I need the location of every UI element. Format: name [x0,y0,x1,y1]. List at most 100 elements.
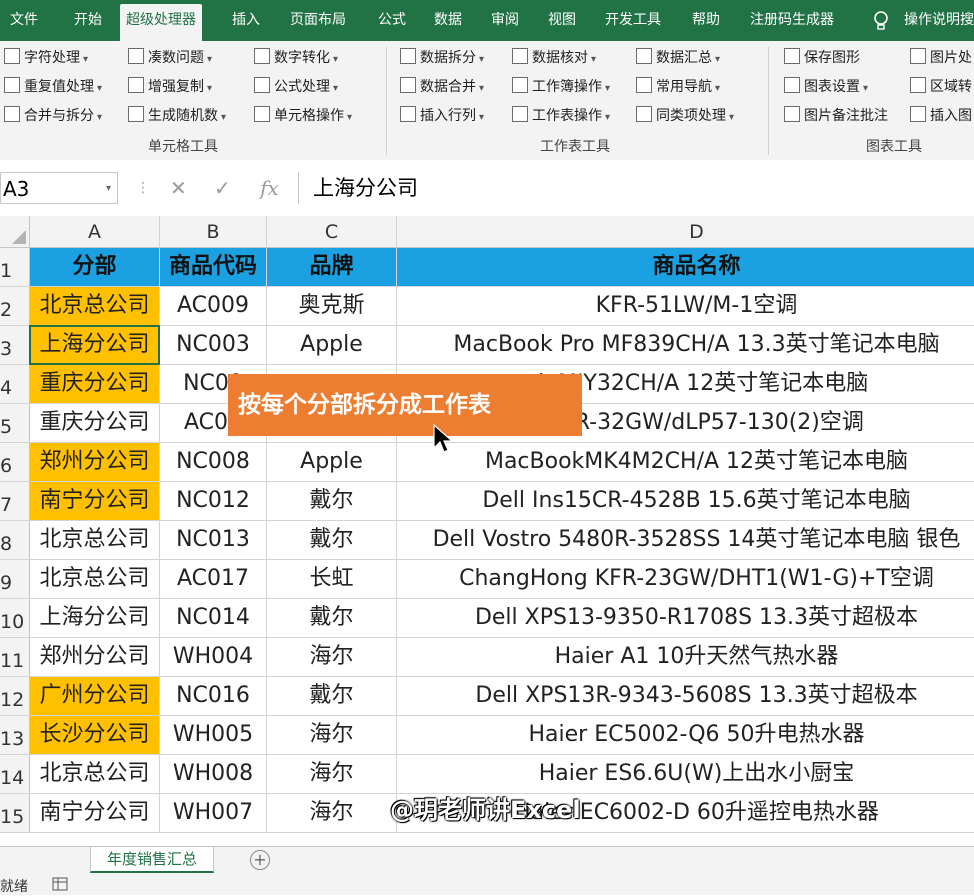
row-header[interactable]: 13 [0,716,30,755]
enter-icon[interactable]: ✓ [214,176,231,200]
table-cell-dept[interactable]: 南宁分公司 [30,794,160,833]
row-header[interactable]: 12 [0,677,30,716]
add-sheet-icon[interactable]: + [250,850,270,870]
table-cell-brand[interactable]: 长虹 [267,560,397,599]
row-header[interactable]: 2 [0,287,30,326]
table-cell-code[interactable]: NC016 [160,677,267,716]
data-merge-button[interactable]: 数据合并 ▾ [400,76,484,98]
merge-split-button[interactable]: 合并与拆分 ▾ [4,105,102,127]
table-cell-name[interactable]: MacBookMK4M2CH/A 12英寸笔记本电脑 [397,443,974,482]
formula-input[interactable]: 上海分公司 [298,172,974,204]
sheet-operation-button[interactable]: 工作表操作 ▾ [512,105,610,127]
row-header[interactable]: 5 [0,404,30,443]
table-cell-dept[interactable]: 南宁分公司 [30,482,160,521]
column-header-c[interactable]: C [267,216,397,248]
cancel-icon[interactable]: ✕ [170,176,187,200]
row-header[interactable]: 7 [0,482,30,521]
table-cell-dept[interactable]: 长沙分公司 [30,716,160,755]
table-cell-code[interactable]: WH005 [160,716,267,755]
table-cell-dept[interactable]: 重庆分公司 [30,404,160,443]
row-header[interactable]: 8 [0,521,30,560]
table-cell-brand[interactable]: 戴尔 [267,599,397,638]
region-convert-button[interactable]: 区域转 [910,76,972,98]
image-process-button[interactable]: 图片处 [910,47,972,69]
table-cell-name[interactable]: MacBook Pro MF839CH/A 13.3英寸笔记本电脑 [397,326,974,365]
table-cell-brand[interactable]: 戴尔 [267,521,397,560]
data-split-button[interactable]: 数据拆分 ▾ [400,47,484,69]
table-cell-code[interactable]: NC013 [160,521,267,560]
table-header-cell[interactable]: 商品名称 [397,248,974,287]
tab-home[interactable]: 开始 [68,0,108,41]
table-cell-brand[interactable]: 奥克斯 [267,287,397,326]
table-cell-name[interactable]: ChangHong KFR-23GW/DHT1(W1-G)+T空调 [397,560,974,599]
name-box[interactable]: A3 ▾ [0,172,118,204]
random-number-button[interactable]: 生成随机数 ▾ [128,105,226,127]
table-cell-name[interactable]: KFR-51LW/M-1空调 [397,287,974,326]
row-header[interactable]: 1 [0,248,30,287]
tab-review[interactable]: 审阅 [485,0,525,41]
table-cell-dept[interactable]: 北京总公司 [30,521,160,560]
column-header-d[interactable]: D [397,216,974,248]
duplicate-process-button[interactable]: 重复值处理 ▾ [4,76,102,98]
tab-formulas[interactable]: 公式 [372,0,412,41]
row-header[interactable]: 4 [0,365,30,404]
table-cell-code[interactable]: NC008 [160,443,267,482]
tab-view[interactable]: 视图 [542,0,582,41]
table-cell-code[interactable]: WH008 [160,755,267,794]
tab-file[interactable]: 文件 [4,0,44,41]
drag-handle-icon[interactable]: ⋮ [136,180,150,196]
chart-settings-button[interactable]: 图表设置 ▾ [784,76,868,98]
workbook-operation-button[interactable]: 工作簿操作 ▾ [512,76,610,98]
table-cell-brand[interactable]: Apple [267,326,397,365]
row-header[interactable]: 15 [0,794,30,833]
table-cell-brand[interactable]: 戴尔 [267,482,397,521]
insert-image-button[interactable]: 插入图 [910,105,972,127]
row-header[interactable]: 9 [0,560,30,599]
table-cell-name[interactable]: Haier ES6.6U(W)上出水小厨宝 [397,755,974,794]
row-header[interactable]: 11 [0,638,30,677]
table-cell-dept[interactable]: 郑州分公司 [30,443,160,482]
table-cell-dept[interactable]: 上海分公司 [30,599,160,638]
table-cell-dept[interactable]: 郑州分公司 [30,638,160,677]
table-cell-name[interactable]: Haier A1 10升天然气热水器 [397,638,974,677]
tab-insert[interactable]: 插入 [226,0,266,41]
table-cell-name[interactable]: Haier EC5002-Q6 50升电热水器 [397,716,974,755]
data-summary-button[interactable]: 数据汇总 ▾ [636,47,720,69]
table-cell-dept[interactable]: 上海分公司 [30,326,160,365]
sheet-tab-annual-sales[interactable]: 年度销售汇总 [90,847,214,873]
insert-function-icon[interactable]: fx [260,176,279,200]
save-shape-button[interactable]: 保存图形 [784,47,860,69]
table-cell-code[interactable]: NC003 [160,326,267,365]
tab-page-layout[interactable]: 页面布局 [284,0,352,41]
formula-process-button[interactable]: 公式处理 ▾ [254,76,338,98]
tab-data[interactable]: 数据 [428,0,468,41]
same-item-process-button[interactable]: 同类项处理 ▾ [636,105,734,127]
table-cell-brand[interactable]: Apple [267,443,397,482]
table-header-cell[interactable]: 品牌 [267,248,397,287]
table-cell-name[interactable]: Dell Vostro 5480R-3528SS 14英寸笔记本电脑 银色 [397,521,974,560]
table-header-cell[interactable]: 商品代码 [160,248,267,287]
table-cell-name[interactable]: Dell XPS13R-9343-5608S 13.3英寸超极本 [397,677,974,716]
table-cell-brand[interactable]: 海尔 [267,638,397,677]
cell-operation-button[interactable]: 单元格操作 ▾ [254,105,352,127]
insert-row-col-button[interactable]: 插入行列 ▾ [400,105,484,127]
chevron-down-icon[interactable]: ▾ [106,173,111,205]
tell-me-search[interactable]: 操作说明搜 [898,0,974,41]
row-header[interactable]: 10 [0,599,30,638]
tab-keygen[interactable]: 注册码生成器 [744,0,840,41]
row-header[interactable]: 14 [0,755,30,794]
tab-help[interactable]: 帮助 [686,0,726,41]
tab-super-processor[interactable]: 超级处理器 [120,4,202,41]
table-cell-name[interactable]: Dell Ins15CR-4528B 15.6英寸笔记本电脑 [397,482,974,521]
table-cell-brand[interactable]: 戴尔 [267,677,397,716]
row-header[interactable]: 3 [0,326,30,365]
table-cell-code[interactable]: NC012 [160,482,267,521]
table-header-cell[interactable]: 分部 [30,248,160,287]
worksheet-grid[interactable]: A B C D 1 2 3 4 5 6 7 8 9 10 11 12 13 14 15 分部 商品代码 品牌 商品名称 北京总… [0,216,974,846]
table-cell-code[interactable]: WH007 [160,794,267,833]
table-cell-brand[interactable]: 海尔 [267,755,397,794]
table-cell-code[interactable]: AC009 [160,287,267,326]
table-cell-code[interactable]: AC017 [160,560,267,599]
table-cell-code[interactable]: WH004 [160,638,267,677]
macro-record-icon[interactable] [52,877,68,895]
